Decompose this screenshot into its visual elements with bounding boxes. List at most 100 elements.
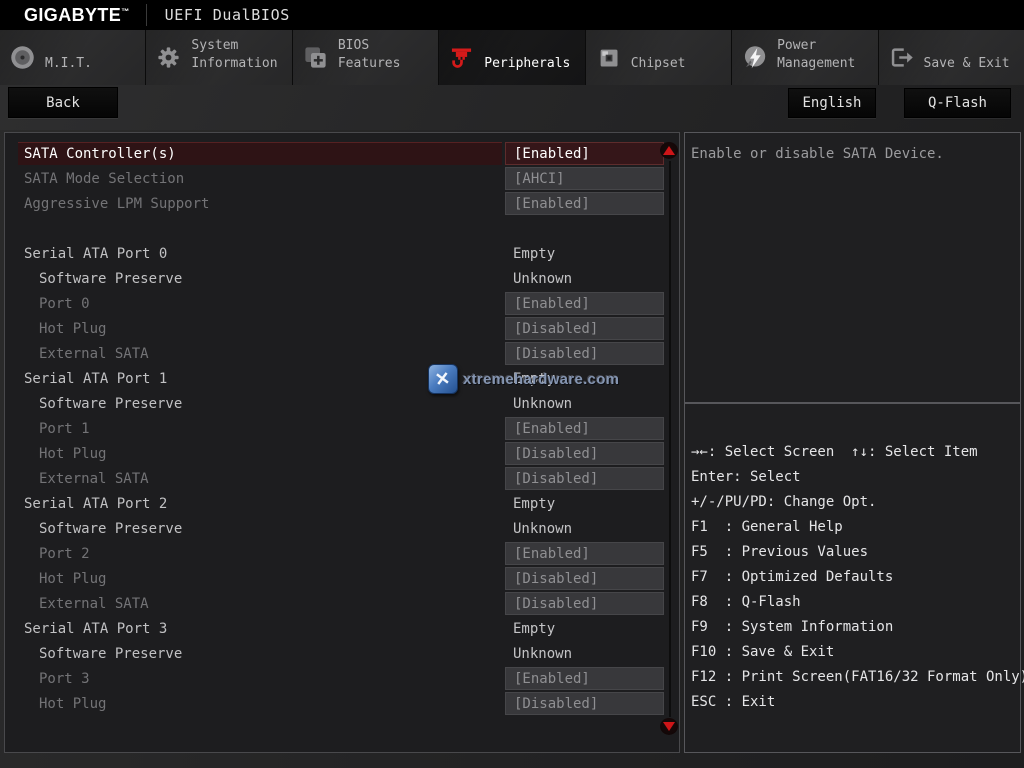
language-button[interactable]: English (788, 88, 876, 118)
legend-line: ESC : Exit (691, 690, 1020, 715)
setting-value[interactable]: [Enabled] (505, 192, 664, 215)
setting-value[interactable]: [Enabled] (505, 542, 664, 565)
settings-row[interactable]: SATA Mode Selection [AHCI] (5, 166, 679, 191)
settings-panel: SATA Controller(s) [Enabled] SATA Mode S… (4, 132, 680, 753)
setting-value[interactable]: Empty (505, 617, 664, 640)
bios-chip-icon (302, 44, 329, 71)
secondary-bar: Back English Q-Flash (0, 85, 1024, 130)
setting-value[interactable]: [AHCI] (505, 167, 664, 190)
setting-value[interactable]: Unknown (505, 267, 664, 290)
setting-label: Serial ATA Port 3 (24, 621, 167, 637)
setting-label: External SATA (39, 596, 149, 612)
setting-label: Port 3 (39, 671, 90, 687)
setting-label: Software Preserve (39, 521, 182, 537)
legend-line: F8 : Q-Flash (691, 590, 1020, 615)
tab-power-management[interactable]: PowerManagement (732, 30, 878, 85)
legend-line: F1 : General Help (691, 515, 1020, 540)
setting-value[interactable]: [Disabled] (505, 592, 664, 615)
settings-row[interactable]: Serial ATA Port 3 Empty (5, 616, 679, 641)
setting-value[interactable]: [Disabled] (505, 342, 664, 365)
setting-value[interactable]: Empty (505, 492, 664, 515)
tab-save-exit[interactable]: Save & Exit (879, 30, 1024, 85)
legend-line: F10 : Save & Exit (691, 640, 1020, 665)
back-button[interactable]: Back (8, 87, 118, 118)
settings-row[interactable]: Port 2 [Enabled] (5, 541, 679, 566)
qflash-button[interactable]: Q-Flash (904, 88, 1011, 118)
settings-row[interactable]: External SATA [Disabled] (5, 591, 679, 616)
settings-row[interactable]: External SATA [Disabled] (5, 341, 679, 366)
tab-system-information[interactable]: SystemInformation (146, 30, 292, 85)
setting-value[interactable]: Unknown (505, 392, 664, 415)
setting-value[interactable]: Empty (505, 242, 664, 265)
setting-value[interactable]: Unknown (505, 642, 664, 665)
settings-row[interactable]: Software Preserve Unknown (5, 266, 679, 291)
settings-row[interactable]: Aggressive LPM Support [Enabled] (5, 191, 679, 216)
setting-label: Software Preserve (39, 271, 182, 287)
settings-row[interactable]: Software Preserve Unknown (5, 516, 679, 541)
settings-row[interactable]: Port 0 [Enabled] (5, 291, 679, 316)
tab-mit[interactable]: M.I.T. (0, 30, 146, 85)
setting-label: Port 1 (39, 421, 90, 437)
settings-list: SATA Controller(s) [Enabled] SATA Mode S… (5, 133, 679, 716)
setting-value[interactable]: [Enabled] (505, 667, 664, 690)
legend-line: Enter: Select (691, 465, 1020, 490)
setting-value[interactable]: [Enabled] (505, 292, 664, 315)
setting-value[interactable]: [Disabled] (505, 442, 664, 465)
legend-line: F9 : System Information (691, 615, 1020, 640)
tab-label: Save & Exit (924, 37, 1010, 79)
settings-row[interactable]: External SATA [Disabled] (5, 466, 679, 491)
bios-screen: GIGABYTE™ UEFI DualBIOS M.I.T. SystemInf… (0, 0, 1024, 768)
tab-label: Peripherals (484, 37, 570, 79)
setting-value[interactable]: [Disabled] (505, 467, 664, 490)
settings-row[interactable]: Serial ATA Port 2 Empty (5, 491, 679, 516)
setting-label: External SATA (39, 471, 149, 487)
setting-value[interactable]: [Disabled] (505, 317, 664, 340)
legend-line: F7 : Optimized Defaults (691, 565, 1020, 590)
top-brand-bar: GIGABYTE™ UEFI DualBIOS (0, 0, 1024, 30)
settings-row[interactable]: Port 3 [Enabled] (5, 666, 679, 691)
tab-label: BIOSFeatures (338, 37, 401, 79)
setting-value[interactable]: [Enabled] (505, 417, 664, 440)
setting-value[interactable]: [Disabled] (505, 692, 664, 715)
tab-chipset[interactable]: Chipset (586, 30, 732, 85)
setting-label: Port 2 (39, 546, 90, 562)
settings-row[interactable]: Hot Plug [Disabled] (5, 566, 679, 591)
setting-label: Aggressive LPM Support (24, 196, 209, 212)
scroll-down-arrow[interactable] (660, 718, 678, 735)
setting-label: Port 0 (39, 296, 90, 312)
legend-line: →←: Select Screen ↑↓: Select Item (691, 440, 1020, 465)
settings-row[interactable]: Software Preserve Unknown (5, 641, 679, 666)
settings-row[interactable]: Serial ATA Port 1 Empty (5, 366, 679, 391)
setting-label: Software Preserve (39, 646, 182, 662)
settings-row[interactable]: Software Preserve Unknown (5, 391, 679, 416)
settings-row[interactable]: Port 1 [Enabled] (5, 416, 679, 441)
settings-row[interactable]: Serial ATA Port 0 Empty (5, 241, 679, 266)
scroll-up-arrow[interactable] (660, 142, 678, 159)
setting-value[interactable]: Empty (505, 367, 664, 390)
setting-label: Serial ATA Port 2 (24, 496, 167, 512)
setting-value[interactable]: [Enabled] (505, 142, 664, 165)
setting-label: Software Preserve (39, 396, 182, 412)
setting-value[interactable]: [Disabled] (505, 567, 664, 590)
tab-label: M.I.T. (45, 37, 92, 79)
power-bolt-icon (741, 44, 768, 71)
scrollbar-track[interactable] (669, 161, 671, 717)
settings-row[interactable]: SATA Controller(s) [Enabled] (5, 141, 679, 166)
setting-label: Hot Plug (39, 696, 106, 712)
setting-value[interactable]: Unknown (505, 517, 664, 540)
legend-line: F12 : Print Screen(FAT16/32 Format Only) (691, 665, 1020, 690)
trademark-symbol: ™ (121, 7, 129, 16)
settings-row[interactable]: Hot Plug [Disabled] (5, 316, 679, 341)
setting-label: Serial ATA Port 1 (24, 371, 167, 387)
brand-divider (146, 4, 147, 26)
key-legend-panel: →←: Select Screen ↑↓: Select ItemEnter: … (684, 403, 1021, 753)
settings-row (5, 216, 679, 241)
product-title: UEFI DualBIOS (165, 6, 290, 24)
tab-label: SystemInformation (191, 37, 277, 79)
setting-label: SATA Controller(s) (24, 146, 176, 162)
tab-bios-features[interactable]: BIOSFeatures (293, 30, 439, 85)
settings-row[interactable]: Hot Plug [Disabled] (5, 691, 679, 716)
tab-peripherals[interactable]: Peripherals (439, 30, 585, 85)
settings-row[interactable]: Hot Plug [Disabled] (5, 441, 679, 466)
setting-label: Hot Plug (39, 321, 106, 337)
